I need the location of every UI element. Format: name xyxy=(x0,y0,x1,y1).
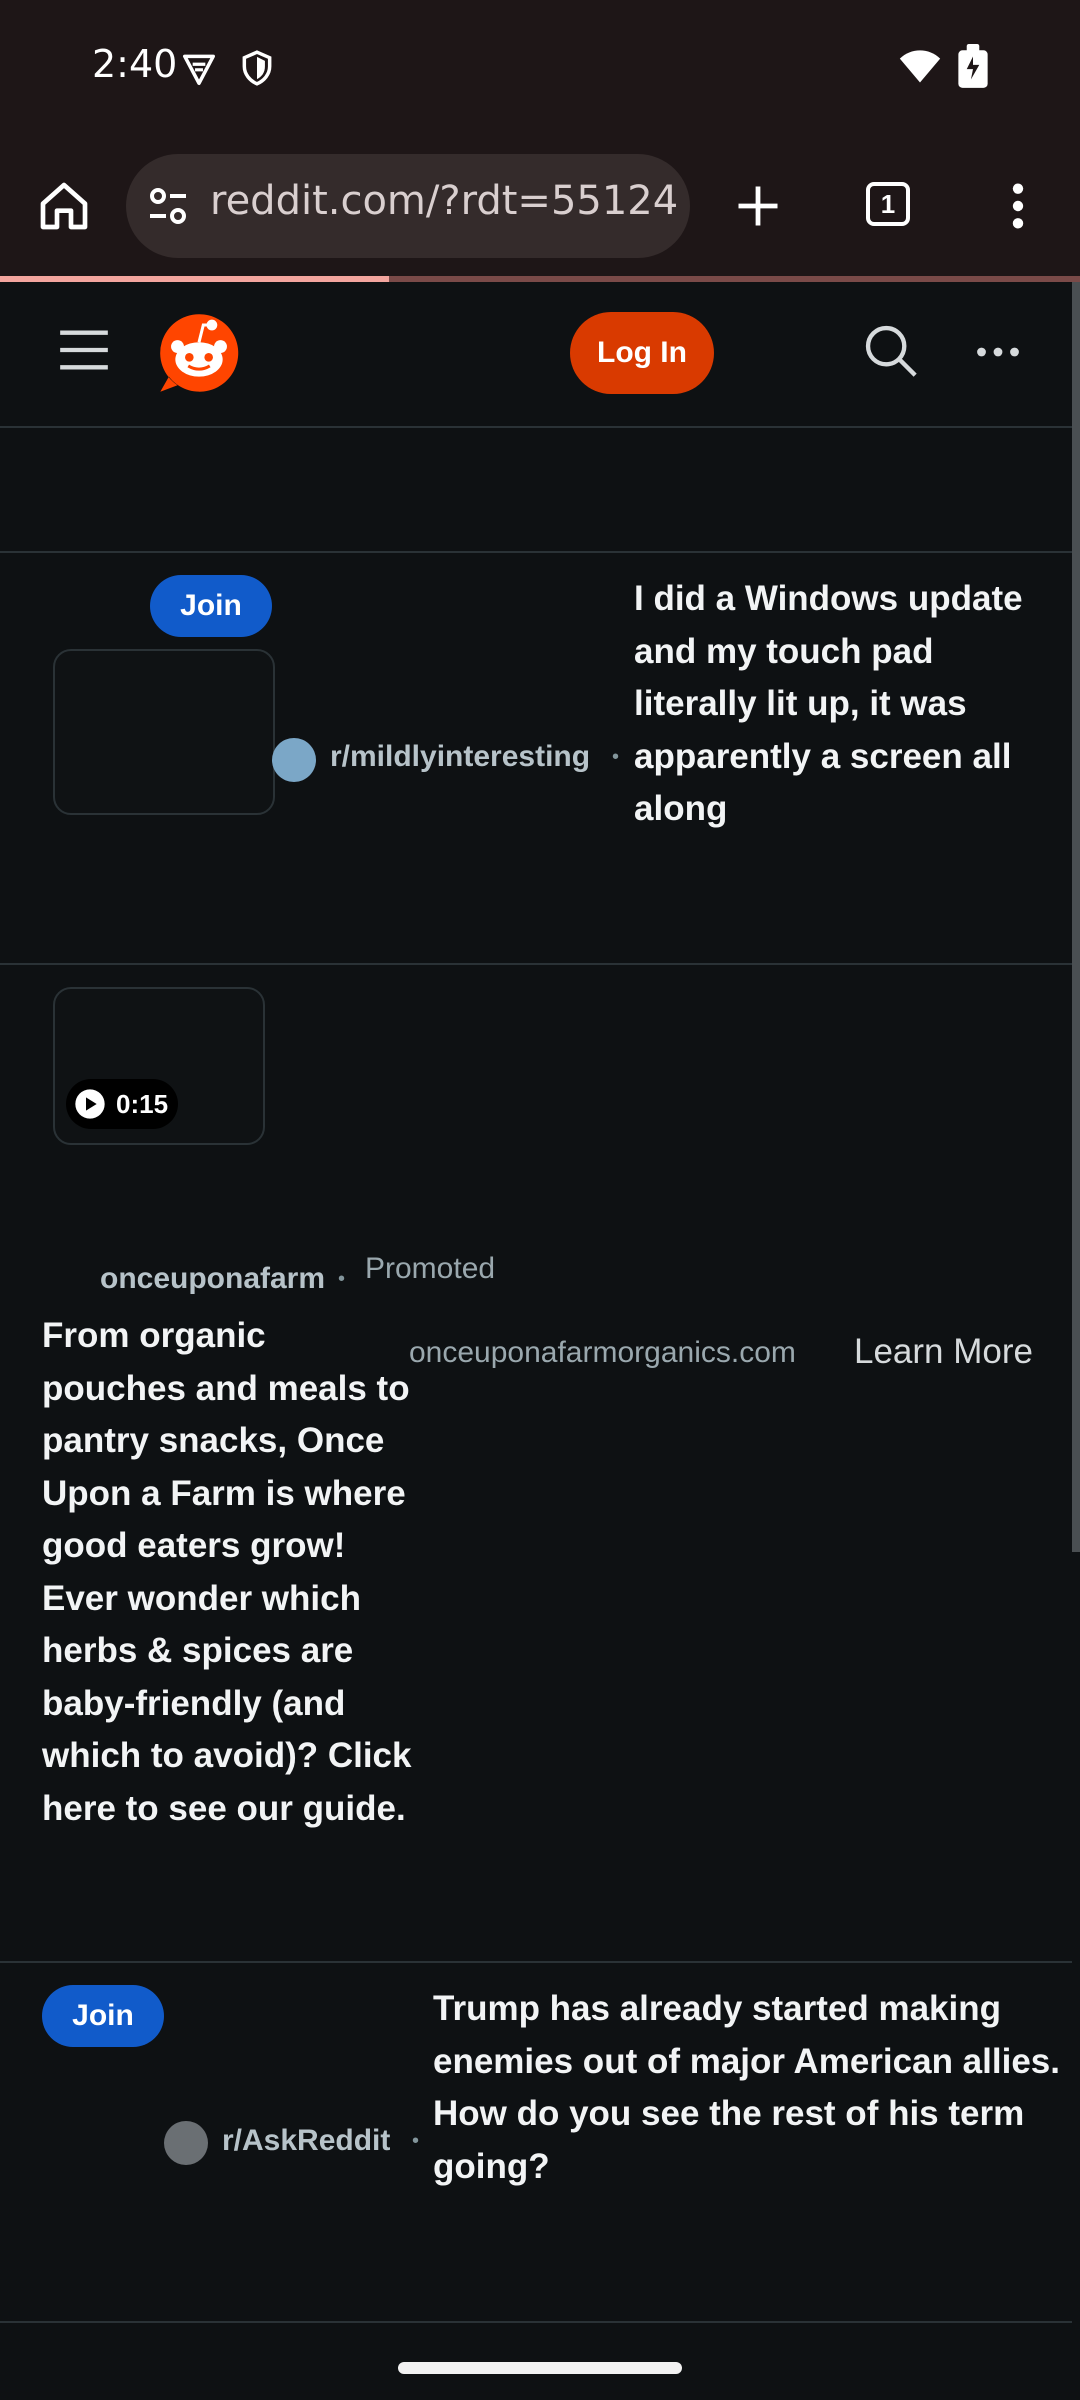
url-text[interactable]: reddit.com/?rdt=55124 xyxy=(210,178,678,224)
ad-domain[interactable]: onceuponafarmorganics.com xyxy=(409,1336,796,1370)
post-title[interactable]: I did a Windows update and my touch pad … xyxy=(634,573,1062,836)
more-vert-icon[interactable] xyxy=(1000,180,1036,232)
join-button[interactable]: Join xyxy=(42,1985,164,2047)
play-icon xyxy=(75,1089,105,1119)
subreddit-name[interactable]: r/mildlyinteresting xyxy=(330,740,590,774)
site-settings-icon[interactable] xyxy=(144,182,192,230)
battery-icon xyxy=(958,44,988,88)
gesture-home-bar[interactable] xyxy=(398,2362,682,2374)
subreddit-avatar[interactable] xyxy=(272,738,316,782)
login-button[interactable]: Log In xyxy=(570,312,714,394)
shield-icon xyxy=(242,50,272,86)
subreddit-avatar[interactable] xyxy=(164,2121,208,2165)
learn-more-button[interactable]: Learn More xyxy=(854,1332,1033,1372)
post-divider xyxy=(0,2321,1072,2323)
ad-text[interactable]: From organic pouches and meals to pantry… xyxy=(42,1310,412,1835)
advertiser-name[interactable]: onceuponafarm xyxy=(100,1262,325,1296)
tab-switcher-button[interactable]: 1 xyxy=(866,182,910,226)
meta-separator: • xyxy=(612,746,620,768)
status-time: 2:40 xyxy=(92,42,178,86)
meta-separator: • xyxy=(412,2130,420,2152)
search-icon[interactable] xyxy=(862,322,920,380)
join-button[interactable]: Join xyxy=(150,575,272,637)
video-duration: 0:15 xyxy=(116,1089,169,1119)
overflow-menu-icon[interactable] xyxy=(976,340,1020,364)
tab-count: 1 xyxy=(880,189,896,219)
meta-separator: • xyxy=(338,1268,346,1290)
reddit-logo-icon[interactable] xyxy=(156,310,242,396)
subreddit-name[interactable]: r/AskReddit xyxy=(222,2124,390,2158)
home-icon[interactable] xyxy=(36,178,92,234)
new-tab-icon[interactable] xyxy=(732,180,784,232)
vpn-key-icon xyxy=(183,54,215,85)
hamburger-menu-icon[interactable] xyxy=(58,328,110,372)
page-scrollbar[interactable] xyxy=(1072,282,1080,1552)
promoted-label: Promoted xyxy=(365,1252,496,1285)
post-title[interactable]: Trump has already started making enemies… xyxy=(433,1983,1063,2193)
wifi-icon xyxy=(899,50,941,83)
post-thumbnail[interactable] xyxy=(53,649,275,815)
